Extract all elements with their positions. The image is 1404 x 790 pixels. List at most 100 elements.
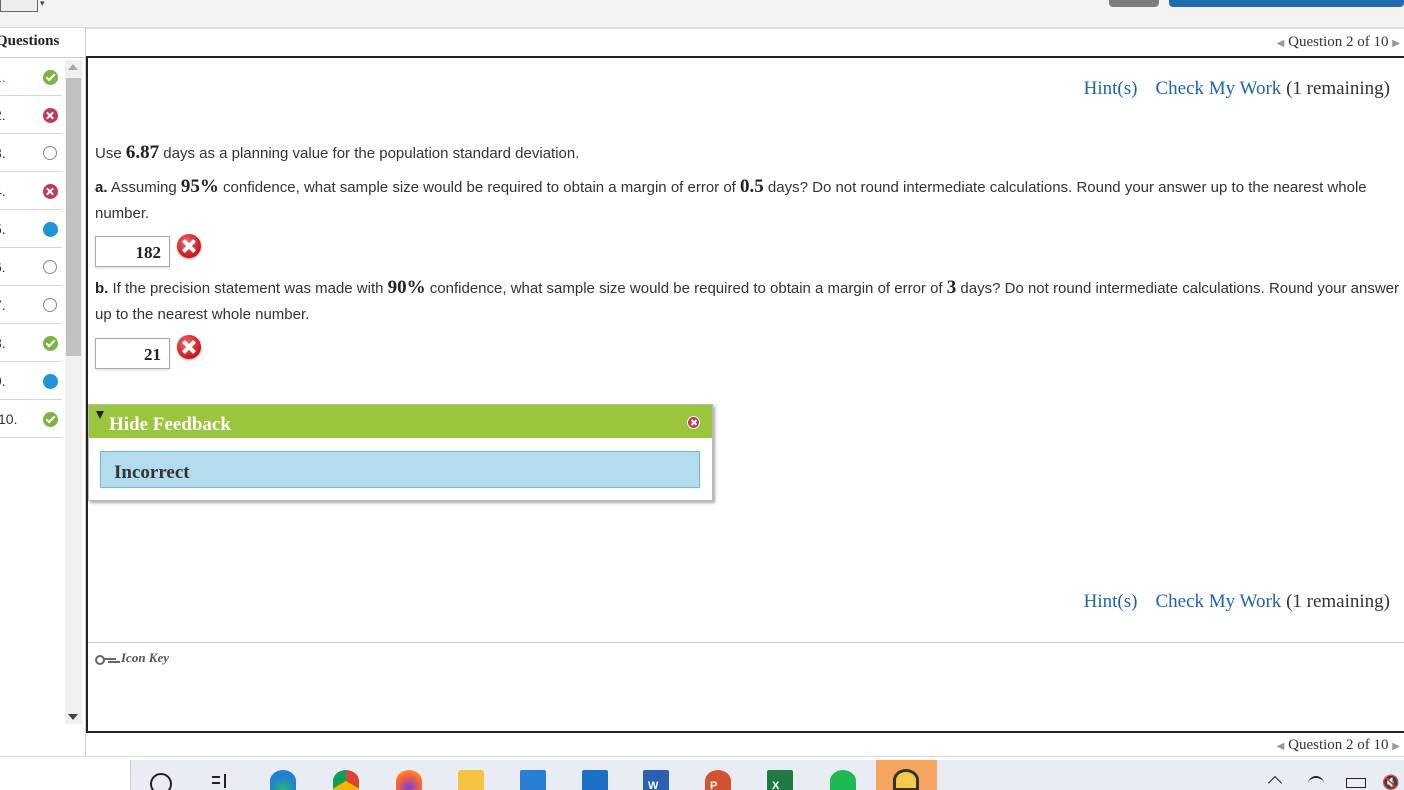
next-question-icon[interactable]: ▶ (1392, 38, 1400, 49)
hints-link[interactable]: Hint(s) (1084, 78, 1138, 99)
toolbar-button[interactable] (1109, 0, 1159, 7)
wifi-icon[interactable] (1308, 776, 1324, 790)
taskbar: W P X 🔇 (0, 760, 1404, 790)
excel-icon[interactable]: X (767, 770, 793, 790)
top-toolbar: ▾ (0, 0, 1404, 28)
question-number: 8. (0, 335, 6, 351)
question-number: 9. (0, 373, 6, 389)
hint-row-top: Hint(s) Check My Work (1 remaining) (1084, 78, 1390, 100)
questions-title: Questions (0, 33, 60, 49)
feedback-panel: Hide Feedback Incorrect (88, 404, 713, 501)
hints-link[interactable]: Hint(s) (1084, 591, 1138, 612)
unanswered-circle-icon (43, 260, 57, 274)
norton-check-icon[interactable] (893, 769, 919, 790)
file-explorer-icon[interactable] (458, 770, 484, 790)
firefox-browser-icon[interactable] (396, 770, 422, 790)
question-item-4[interactable]: 4. (0, 172, 62, 210)
question-number: 4. (0, 183, 6, 199)
confidence-value: 95% (180, 176, 219, 197)
question-item-7[interactable]: 7. (0, 286, 62, 324)
question-counter: Question 2 of 10 (1288, 34, 1389, 50)
divider (0, 756, 1404, 757)
cortana-icon[interactable] (150, 773, 172, 790)
next-question-icon[interactable]: ▶ (1392, 741, 1400, 752)
task-view-icon[interactable] (212, 774, 232, 790)
question-number: 7. (0, 297, 6, 313)
question-nav-top: ◀ Question 2 of 10 ▶ (1277, 34, 1400, 51)
chrome-browser-icon[interactable] (333, 770, 359, 790)
remaining-count: (1 remaining) (1286, 591, 1390, 612)
question-number: 10. (0, 411, 18, 427)
confidence-value: 90% (387, 277, 426, 298)
question-number: 2. (0, 107, 6, 123)
question-number: 5. (0, 221, 6, 237)
part-a-text: a. Assuming 95% confidence, what sample … (95, 176, 1367, 222)
taskbar-search-box[interactable] (0, 760, 131, 790)
scrollbar-thumb[interactable] (66, 78, 81, 356)
key-icon (95, 654, 117, 666)
chevron-down-icon[interactable]: ▾ (40, 0, 45, 9)
keyboard-icon[interactable] (0, 0, 38, 12)
mail-icon[interactable] (582, 770, 608, 790)
prev-question-icon[interactable]: ◀ (1277, 741, 1285, 752)
remaining-count: (1 remaining) (1286, 78, 1390, 99)
question-number: 3. (0, 145, 6, 161)
calendar-icon[interactable] (520, 770, 546, 790)
hide-feedback-toggle[interactable]: Hide Feedback (109, 414, 231, 436)
answer-a-input[interactable]: 182 (95, 236, 170, 267)
toolbar-primary-button[interactable] (1169, 0, 1404, 7)
question-counter: Question 2 of 10 (1288, 737, 1389, 753)
caret-down-icon[interactable] (96, 411, 104, 419)
correct-check-icon (43, 70, 58, 85)
check-my-work-link[interactable]: Check My Work (1155, 591, 1281, 612)
feedback-result: Incorrect (114, 462, 190, 483)
question-number: 6. (0, 259, 6, 275)
question-item-10[interactable]: 10. (0, 400, 62, 438)
question-item-9[interactable]: 9. (0, 362, 62, 400)
question-intro: Use 6.87 days as a planning value for th… (95, 142, 580, 163)
feedback-result-box: Incorrect (100, 451, 700, 488)
incorrect-x-icon (177, 234, 201, 258)
battery-icon[interactable] (1346, 778, 1366, 788)
question-number: 1. (0, 69, 6, 85)
chevron-up-icon[interactable] (1267, 775, 1283, 790)
correct-check-icon (43, 336, 58, 351)
word-icon[interactable]: W (643, 770, 669, 790)
unanswered-circle-icon (43, 298, 57, 312)
unanswered-circle-icon (43, 146, 57, 160)
answer-b-input[interactable]: 21 (95, 338, 170, 369)
question-list-panel: Questions 1. 2. 3. 4. 5. 6. 7. 8. 9. 10. (0, 28, 86, 756)
question-item-6[interactable]: 6. (0, 248, 62, 286)
partial-dot-icon (43, 374, 58, 389)
scroll-up-arrow-icon[interactable] (68, 64, 78, 70)
question-content: Hint(s) Check My Work (1 remaining) Use 6… (86, 56, 1404, 733)
system-tray: 🔇 (1254, 772, 1404, 790)
margin-of-error-value: 0.5 (740, 176, 764, 197)
incorrect-x-icon (43, 184, 58, 199)
hint-row-bottom: Hint(s) Check My Work (1 remaining) (1084, 591, 1390, 613)
volume-muted-icon[interactable]: 🔇 (1382, 774, 1399, 790)
scroll-down-arrow-icon[interactable] (68, 714, 78, 720)
icon-key-link[interactable]: Icon Key (95, 650, 169, 666)
edge-browser-icon[interactable] (270, 770, 296, 790)
question-nav-bottom: ◀ Question 2 of 10 ▶ (1277, 737, 1400, 754)
question-item-3[interactable]: 3. (0, 134, 62, 172)
question-item-8[interactable]: 8. (0, 324, 62, 362)
margin-of-error-value: 3 (946, 277, 957, 298)
partial-dot-icon (43, 222, 58, 237)
divider (86, 28, 1404, 29)
powerpoint-icon[interactable]: P (705, 770, 731, 790)
check-my-work-link[interactable]: Check My Work (1155, 78, 1281, 99)
question-item-1[interactable]: 1. (0, 58, 62, 96)
spotify-icon[interactable] (830, 770, 856, 790)
incorrect-x-icon (43, 108, 58, 123)
divider (88, 642, 1404, 643)
close-icon[interactable] (687, 416, 700, 429)
prev-question-icon[interactable]: ◀ (1277, 38, 1285, 49)
question-item-2[interactable]: 2. (0, 96, 62, 134)
question-item-5[interactable]: 5. (0, 210, 62, 248)
correct-check-icon (43, 412, 58, 427)
part-b-text: b. If the precision statement was made w… (95, 277, 1400, 323)
incorrect-x-icon (177, 335, 201, 359)
feedback-header[interactable]: Hide Feedback (89, 405, 712, 438)
